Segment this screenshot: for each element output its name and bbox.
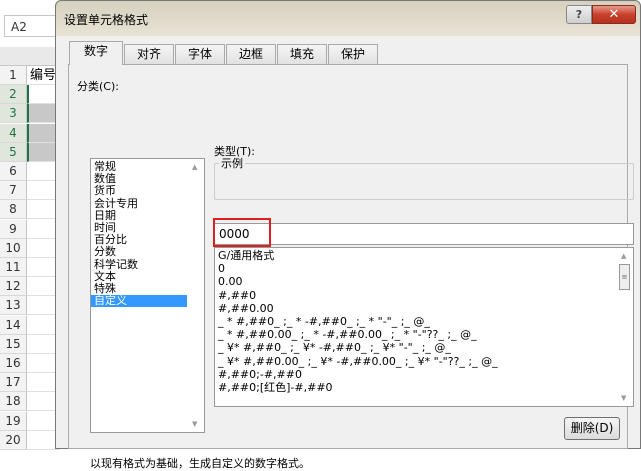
format-item[interactable]: 0.00 bbox=[215, 275, 633, 288]
tab-3[interactable]: 边框 bbox=[226, 44, 276, 65]
format-item[interactable]: _ * #,##0.00_ ;_ * -#,##0.00_ ;_ * "-"??… bbox=[215, 328, 633, 341]
row-header[interactable]: 10 bbox=[0, 238, 27, 258]
format-item[interactable]: #,##0;-#,##0 bbox=[215, 368, 633, 381]
format-item[interactable]: 0 bbox=[215, 262, 633, 275]
format-item[interactable]: #,##0.00 bbox=[215, 302, 633, 315]
highlight-box bbox=[213, 218, 271, 247]
tab-0[interactable]: 数字 bbox=[69, 41, 123, 65]
format-list[interactable]: G/通用格式 0 0.00 #,##0 #,##0.00 _ * #,##0_ ;_ * … bbox=[214, 247, 634, 407]
column-header bbox=[0, 47, 60, 66]
scroll-thumb[interactable]: ≡ bbox=[619, 264, 630, 290]
row-header[interactable]: 11 bbox=[0, 258, 27, 277]
row-header[interactable]: 1 bbox=[0, 66, 27, 85]
scroll-up-icon[interactable]: ▲ bbox=[621, 252, 626, 260]
format-scrollbar[interactable]: ▲ ≡ ▼ bbox=[617, 248, 633, 406]
row-header[interactable]: 15 bbox=[0, 334, 27, 354]
row-header[interactable]: 8 bbox=[0, 200, 27, 220]
tab-5[interactable]: 保护 bbox=[328, 44, 378, 65]
dialog-title: 设置单元格格式 bbox=[64, 13, 149, 27]
format-item[interactable]: _ ¥* #,##0_ ;_ ¥* -#,##0_ ;_ ¥* "-"_ ;_ … bbox=[215, 341, 633, 354]
close-button[interactable]: ✕ bbox=[592, 5, 636, 24]
category-item[interactable]: 自定义 bbox=[91, 294, 187, 308]
number-tab-panel: 分类(C): 常规 数值 货币 会计专用 日期 时间 百分比 分数 科学记数 文本 特殊 自定义 ▲ … bbox=[68, 64, 634, 470]
category-label: 分类(C): bbox=[77, 80, 119, 93]
scroll-down-icon[interactable]: ▼ bbox=[192, 420, 197, 428]
help-button[interactable]: ? bbox=[566, 5, 592, 24]
row-header[interactable]: 20 bbox=[0, 430, 27, 450]
row-header[interactable]: 14 bbox=[0, 315, 27, 335]
row-header[interactable]: 7 bbox=[0, 181, 27, 201]
sample-box bbox=[214, 163, 634, 200]
scroll-up-icon[interactable]: ▲ bbox=[192, 163, 197, 171]
row-header[interactable]: 13 bbox=[0, 296, 27, 316]
tab-2[interactable]: 字体 bbox=[175, 44, 225, 65]
format-item[interactable]: #,##0;[红色]-#,##0 bbox=[215, 381, 633, 394]
row-header[interactable]: 2 bbox=[0, 85, 27, 105]
tab-4[interactable]: 填充 bbox=[277, 44, 327, 65]
format-item[interactable]: _ * #,##0_ ;_ * -#,##0_ ;_ * "-"_ ;_ @_ bbox=[215, 315, 633, 328]
category-scrollbar[interactable]: ▲ ▼ bbox=[188, 159, 204, 432]
format-cells-dialog: 设置单元格格式 ? ✕ 数字 对齐 字体 边框 填充 保护 分类(C): 常规 数值 货币 会计… bbox=[55, 0, 641, 470]
row-header[interactable]: 9 bbox=[0, 219, 27, 239]
scroll-down-icon[interactable]: ▼ bbox=[621, 394, 626, 402]
spreadsheet-background: A2 1 编号 2 3 4 5 6 7 8 9 10 11 12 13 14 15 16 17 18 19 20 bbox=[0, 0, 60, 450]
row-header[interactable]: 17 bbox=[0, 373, 27, 393]
format-item[interactable]: G/通用格式 bbox=[215, 249, 633, 262]
row-header[interactable]: 18 bbox=[0, 392, 27, 412]
type-input[interactable]: 0000 bbox=[214, 223, 634, 245]
row-header[interactable]: 4 bbox=[0, 123, 27, 143]
format-item[interactable]: _ ¥* #,##0.00_ ;_ ¥* -#,##0.00_ ;_ ¥* "-… bbox=[215, 355, 633, 368]
delete-button[interactable]: 删除(D) bbox=[564, 417, 620, 440]
category-list[interactable]: 常规 数值 货币 会计专用 日期 时间 百分比 分数 科学记数 文本 特殊 自定义 ▲ ▼ bbox=[90, 158, 205, 433]
row-header[interactable]: 16 bbox=[0, 354, 27, 373]
tab-1[interactable]: 对齐 bbox=[124, 44, 174, 65]
description-text: 以现有格式为基础，生成自定义的数字格式。 bbox=[90, 457, 310, 470]
row-header[interactable]: 6 bbox=[0, 162, 27, 181]
row-header[interactable]: 3 bbox=[0, 104, 27, 124]
row-header[interactable]: 19 bbox=[0, 411, 27, 431]
name-box[interactable]: A2 bbox=[4, 15, 56, 37]
type-label: 类型(T): bbox=[214, 145, 256, 158]
row-header[interactable]: 5 bbox=[0, 142, 27, 162]
format-item[interactable]: #,##0 bbox=[215, 289, 633, 302]
row-header[interactable]: 12 bbox=[0, 277, 27, 297]
